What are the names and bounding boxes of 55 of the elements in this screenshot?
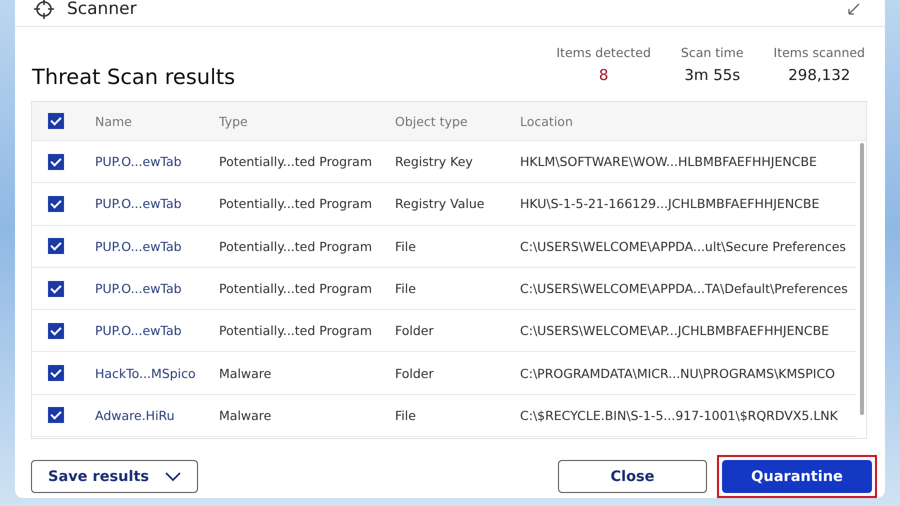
column-header[interactable]: Name (95, 114, 219, 128)
table-cell-text: Potentially...ted Program (219, 196, 374, 212)
row-checkbox[interactable] (48, 365, 64, 382)
row-checkbox[interactable] (48, 280, 64, 297)
table-cell-text: Adware.HiRu (95, 408, 176, 423)
table-cell-text: Malware (219, 366, 272, 381)
table-cell-text: Malware (219, 408, 272, 423)
table-cell-text: Registry Key (395, 154, 474, 170)
table-cell-text: PUP.O...ewTab (95, 196, 183, 212)
row-checkbox[interactable] (48, 154, 64, 170)
row-checkbox[interactable] (48, 196, 64, 212)
chevron-down-icon (165, 472, 182, 482)
table-cell-text: PUP.O...ewTab (95, 323, 183, 338)
table-cell: C:\USERS\WELCOME\AP...JCHLBMBFAEFHHJENCBE (520, 323, 830, 338)
stat-value: 298,132 (788, 66, 850, 84)
page-heading: Threat Scan results (32, 65, 236, 89)
column-header[interactable]: Location (520, 114, 573, 128)
stat-value: 8 (598, 66, 608, 84)
table-cell-text: HackTo...MSpico (95, 366, 197, 381)
row-checkbox[interactable] (48, 238, 64, 254)
column-header[interactable]: Type (219, 114, 395, 128)
quarantine-button[interactable]: Quarantine (722, 460, 872, 493)
crosshair-icon (33, 0, 55, 20)
table-cell-text: File (395, 238, 417, 254)
select-all-checkbox[interactable] (48, 113, 64, 129)
window-title: Scanner (67, 0, 137, 19)
table-cell-text: File (395, 408, 417, 423)
table-cell-text: File (395, 281, 417, 296)
resize-icon[interactable] (847, 2, 861, 16)
table-cell-text: PUP.O...ewTab (95, 154, 183, 170)
table-cell-text: Folder (395, 323, 435, 338)
table-cell: C:\$RECYCLE.BIN\S-1-5...917-1001\$RQRDVX5.LNK (520, 408, 838, 423)
table-cell-text: Potentially...ted Program (219, 281, 374, 296)
table-cell: C:\USERS\WELCOME\APPDA...TA\Default\Preferences (520, 281, 848, 296)
table-cell-text: Potentially...ted Program (219, 323, 374, 338)
table-cell-text: PUP.O...ewTab (95, 238, 183, 254)
stat-label: Items detected (556, 45, 651, 60)
row-checkbox[interactable] (48, 407, 64, 424)
table-cell-text: Folder (395, 366, 435, 381)
stat-label: Items scanned (774, 45, 865, 60)
close-button[interactable]: Close (558, 460, 707, 493)
table-cell-text: Potentially...ted Program (219, 154, 374, 170)
table-cell: HKU\S-1-5-21-166129...JCHLBMBFAEFHHJENCBE (520, 196, 820, 212)
table-cell: HKLM\SOFTWARE\WOW...HLBMBFAEFHHJENCBE (520, 154, 817, 170)
table-cell-text: Registry Value (395, 196, 486, 212)
scrollbar[interactable] (860, 143, 864, 415)
table-cell-text: Potentially...ted Program (219, 238, 374, 254)
row-checkbox[interactable] (48, 322, 64, 339)
column-header[interactable]: Object type (395, 114, 520, 128)
stat-value: 3m 55s (684, 66, 740, 84)
table-cell: C:\USERS\WELCOME\APPDA...ult\Secure Preferences (520, 238, 846, 254)
table-cell-text: PUP.O...ewTab (95, 281, 183, 296)
stat-label: Scan time (680, 45, 744, 60)
table-cell: C:\PROGRAMDATA\MICR...NU\PROGRAMS\KMSPICO (520, 366, 836, 381)
save-results-dropdown[interactable]: Save results (31, 460, 198, 493)
